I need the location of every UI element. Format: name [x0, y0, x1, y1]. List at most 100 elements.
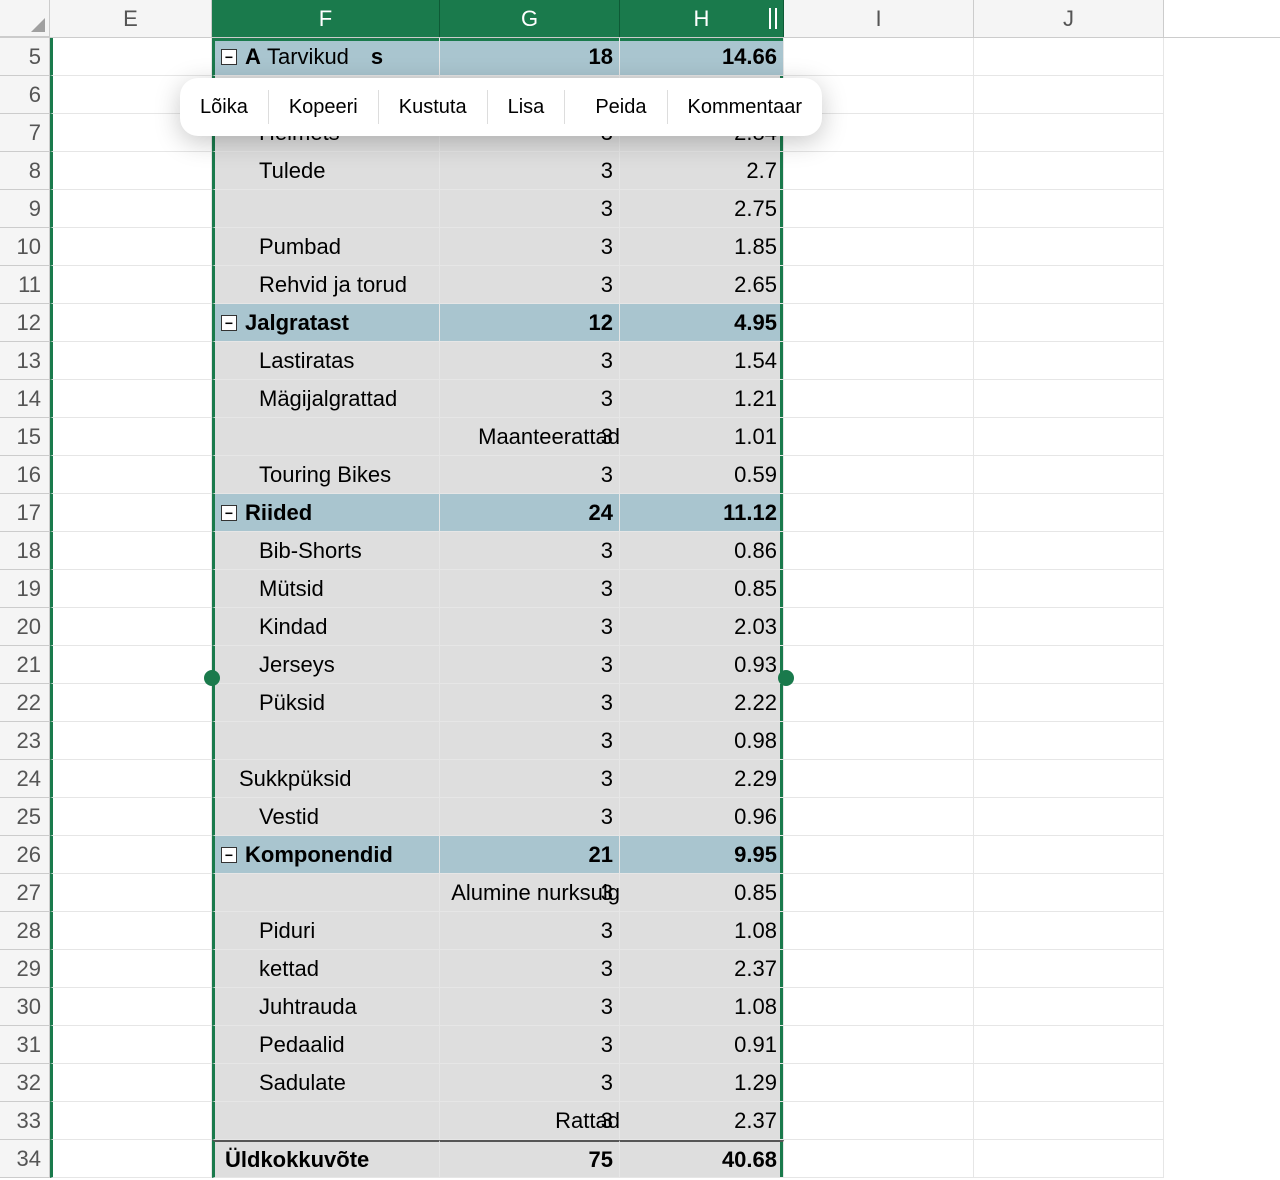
cell[interactable]: Mütsid [212, 570, 440, 608]
cell[interactable]: 0.85 [620, 570, 784, 608]
cell[interactable] [784, 38, 974, 76]
cell[interactable] [212, 874, 440, 912]
cell[interactable]: −ATarvikuds [212, 38, 440, 76]
cell[interactable]: 14.66 [620, 38, 784, 76]
row-header[interactable]: 5 [0, 38, 50, 76]
cell[interactable] [784, 684, 974, 722]
cell[interactable]: 3 [440, 190, 620, 228]
cell[interactable]: Juhtrauda [212, 988, 440, 1026]
cell[interactable]: Maanteerattad1.01 [620, 418, 784, 456]
cell[interactable]: 3 [440, 380, 620, 418]
row-header[interactable]: 12 [0, 304, 50, 342]
cell[interactable] [50, 494, 212, 532]
cell[interactable]: 3 [440, 1064, 620, 1102]
cell[interactable]: Alumine nurksulg0.85 [620, 874, 784, 912]
cell[interactable] [974, 494, 1164, 532]
cell[interactable]: 1.21 [620, 380, 784, 418]
cell[interactable]: Lastiratas [212, 342, 440, 380]
cell[interactable] [50, 38, 212, 76]
cell[interactable] [212, 722, 440, 760]
cell[interactable]: 3 [440, 342, 620, 380]
cell[interactable] [50, 532, 212, 570]
cell[interactable] [784, 456, 974, 494]
row-header[interactable]: 29 [0, 950, 50, 988]
cell[interactable]: 3 [440, 266, 620, 304]
cell[interactable] [974, 988, 1164, 1026]
column-header-g[interactable]: G [440, 0, 620, 37]
cell[interactable]: Sadulate [212, 1064, 440, 1102]
cell[interactable]: 18 [440, 38, 620, 76]
row-header[interactable]: 20 [0, 608, 50, 646]
cell[interactable]: 3 [440, 608, 620, 646]
cell[interactable]: 0.91 [620, 1026, 784, 1064]
cell[interactable]: 2.03 [620, 608, 784, 646]
cell[interactable] [784, 266, 974, 304]
row-header[interactable]: 7 [0, 114, 50, 152]
cell[interactable] [974, 228, 1164, 266]
menu-hide[interactable]: Peida [575, 78, 666, 136]
column-header-j[interactable]: J [974, 0, 1164, 37]
row-header[interactable]: 34 [0, 1140, 50, 1178]
cell[interactable]: Touring Bikes [212, 456, 440, 494]
row-header[interactable]: 19 [0, 570, 50, 608]
cell[interactable]: 3 [440, 722, 620, 760]
cell[interactable]: 3 [440, 570, 620, 608]
cell[interactable]: 2.29 [620, 760, 784, 798]
cell[interactable]: 3 [440, 950, 620, 988]
cell[interactable] [974, 836, 1164, 874]
cell[interactable] [50, 266, 212, 304]
cell[interactable] [784, 532, 974, 570]
row-header[interactable]: 18 [0, 532, 50, 570]
cell[interactable] [974, 418, 1164, 456]
cell[interactable]: Üldkokkuvõte [212, 1140, 440, 1178]
row-header[interactable]: 11 [0, 266, 50, 304]
cell[interactable]: Püksid [212, 684, 440, 722]
cell[interactable]: 3 [440, 418, 620, 456]
cell[interactable]: 24 [440, 494, 620, 532]
cell[interactable] [784, 1026, 974, 1064]
cell[interactable] [974, 190, 1164, 228]
cell[interactable]: 75 [440, 1140, 620, 1178]
cell[interactable]: 2.75 [620, 190, 784, 228]
cell[interactable] [974, 1102, 1164, 1140]
cell[interactable] [50, 988, 212, 1026]
cell[interactable] [50, 342, 212, 380]
cell[interactable]: 3 [440, 532, 620, 570]
collapse-icon[interactable]: − [221, 315, 237, 331]
column-header-f[interactable]: F [212, 0, 440, 37]
row-header[interactable]: 15 [0, 418, 50, 456]
cell[interactable] [974, 342, 1164, 380]
cell[interactable] [974, 380, 1164, 418]
cell[interactable]: Bib-Shorts [212, 532, 440, 570]
menu-delete[interactable]: Kustuta [379, 78, 487, 136]
row-header[interactable]: 21 [0, 646, 50, 684]
cell[interactable] [784, 798, 974, 836]
cell[interactable] [784, 418, 974, 456]
cell[interactable]: 40.68 [620, 1140, 784, 1178]
row-header[interactable]: 6 [0, 76, 50, 114]
row-header[interactable]: 17 [0, 494, 50, 532]
cell[interactable] [784, 380, 974, 418]
cell[interactable]: 3 [440, 152, 620, 190]
cell[interactable]: 2.65 [620, 266, 784, 304]
cell[interactable]: Vestid [212, 798, 440, 836]
cell[interactable] [974, 874, 1164, 912]
cell[interactable] [974, 114, 1164, 152]
cell[interactable] [50, 1026, 212, 1064]
cell[interactable] [974, 1064, 1164, 1102]
cell[interactable] [784, 912, 974, 950]
cell[interactable]: Piduri [212, 912, 440, 950]
cell[interactable] [974, 684, 1164, 722]
cell[interactable] [50, 836, 212, 874]
cell[interactable]: Rehvid ja torud [212, 266, 440, 304]
cell[interactable] [784, 228, 974, 266]
row-header[interactable]: 32 [0, 1064, 50, 1102]
column-header-e[interactable]: E [50, 0, 212, 37]
cell[interactable] [50, 304, 212, 342]
cell[interactable]: 4.95 [620, 304, 784, 342]
row-header[interactable]: 25 [0, 798, 50, 836]
cell[interactable]: −Riided [212, 494, 440, 532]
cell[interactable] [784, 760, 974, 798]
cell[interactable] [784, 152, 974, 190]
column-header-h[interactable]: H [620, 0, 784, 37]
